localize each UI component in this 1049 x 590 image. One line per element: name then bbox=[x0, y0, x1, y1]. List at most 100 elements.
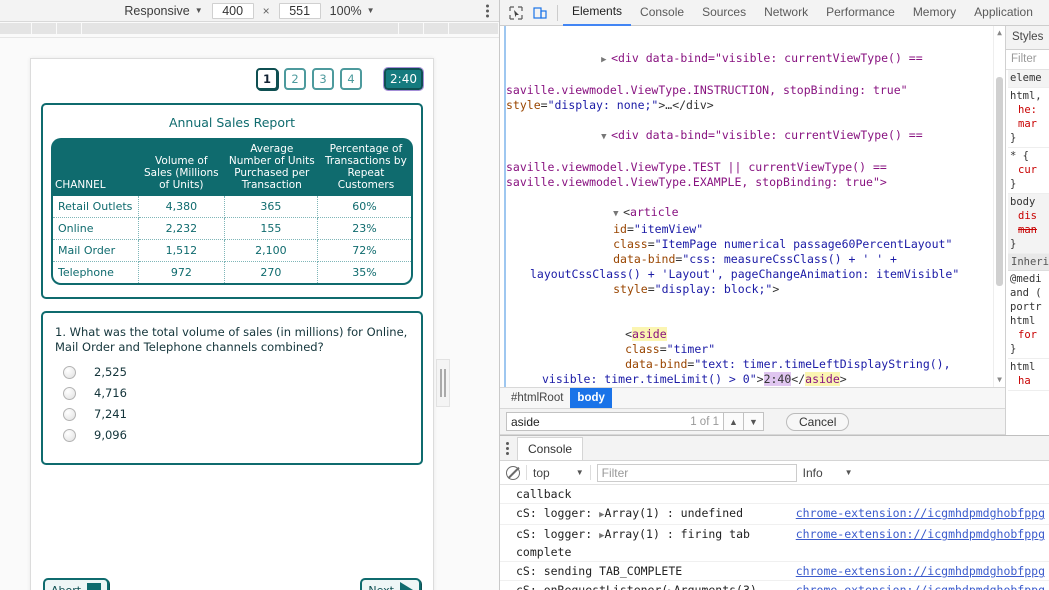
style-media-cont: portr bbox=[1010, 301, 1042, 313]
style-property[interactable]: mar bbox=[1010, 117, 1049, 131]
kebab-menu-icon[interactable] bbox=[486, 4, 489, 17]
radio-option-3[interactable] bbox=[63, 407, 76, 421]
console-log-row[interactable]: cS: logger: ▶Array(1) : firing tab compl… bbox=[500, 525, 1049, 562]
styles-rules-list: eleme } html, he: mar } * { cur } bbox=[1006, 70, 1049, 435]
devtools-panel: Elements Console Sources Network Perform… bbox=[500, 0, 1049, 590]
style-property[interactable]: for bbox=[1010, 328, 1049, 342]
item-page: 1 2 3 4 2:40 Annual Sales Report CHANNEL bbox=[31, 59, 433, 590]
style-selector: html, bbox=[1010, 90, 1042, 102]
abort-button[interactable]: Abort bbox=[43, 578, 110, 590]
radio-option-1[interactable] bbox=[63, 365, 76, 379]
style-rule-media[interactable]: @medi and ( portr html for } bbox=[1008, 271, 1049, 359]
dom-line-aside[interactable]: <aside class="timer" data-bind="text: ti… bbox=[500, 312, 1005, 387]
style-rule[interactable]: html ha bbox=[1008, 359, 1049, 391]
style-selector: eleme bbox=[1010, 72, 1042, 84]
cancel-button[interactable]: Cancel bbox=[786, 412, 850, 431]
tab-application[interactable]: Application bbox=[965, 0, 1042, 25]
scroll-down-icon[interactable]: ▼ bbox=[995, 375, 1004, 385]
dom-line[interactable]: ▶<div data-bind="stopBinding: true">…</d… bbox=[500, 28, 1005, 36]
dom-tree[interactable]: ▶<div data-bind="stopBinding: true">…</d… bbox=[500, 26, 1005, 387]
console-log-row[interactable]: cS: sending TAB_COMPLETE chrome-extensio… bbox=[500, 562, 1049, 581]
tab-memory[interactable]: Memory bbox=[904, 0, 965, 25]
option-row-1[interactable]: 2,525 bbox=[63, 365, 409, 379]
item-nav-1[interactable]: 1 bbox=[256, 68, 279, 90]
expand-triangle-icon[interactable]: ▶ bbox=[601, 53, 611, 68]
device-select[interactable]: Responsive ▼ bbox=[124, 4, 202, 18]
option-row-3[interactable]: 7,241 bbox=[63, 407, 409, 421]
console-log-source[interactable]: chrome-extension://icgmhdpmdghobfppg bbox=[796, 563, 1045, 579]
viewport-area: 1 2 3 4 2:40 Annual Sales Report CHANNEL bbox=[0, 39, 499, 590]
tab-sources[interactable]: Sources bbox=[693, 0, 755, 25]
console-log-row[interactable]: cS: onRequestListener(▶Arguments(3) chro… bbox=[500, 581, 1049, 590]
cell-pct: 72% bbox=[317, 240, 411, 262]
tab-console[interactable]: Console bbox=[631, 0, 693, 25]
item-nav-2[interactable]: 2 bbox=[284, 68, 307, 90]
style-property[interactable]: ha bbox=[1010, 374, 1049, 388]
console-level-select[interactable]: Info ▼ bbox=[803, 466, 853, 480]
console-log-source[interactable]: chrome-extension://icgmhdpmdghobfppg bbox=[796, 582, 1045, 590]
style-rule[interactable]: * { cur } bbox=[1008, 148, 1049, 194]
style-property[interactable]: dis bbox=[1010, 209, 1049, 223]
styles-filter-input[interactable]: Filter bbox=[1006, 50, 1049, 70]
console-context-select[interactable]: top ▼ bbox=[533, 466, 584, 480]
viewport-ruler bbox=[0, 22, 499, 38]
console-log-object[interactable]: Array(1) bbox=[605, 527, 660, 541]
toolbar-divider bbox=[557, 4, 558, 21]
style-rule[interactable]: body dis man } bbox=[1008, 194, 1049, 254]
inspect-element-icon[interactable] bbox=[504, 2, 528, 24]
viewport-width-input[interactable]: 400 bbox=[211, 2, 254, 19]
next-button-label: Next bbox=[368, 583, 394, 590]
viewport-resize-handle[interactable] bbox=[436, 359, 450, 407]
console-log-object[interactable]: Arguments(3) bbox=[674, 583, 757, 590]
scrollbar-thumb[interactable] bbox=[996, 76, 1003, 286]
tab-elements[interactable]: Elements bbox=[563, 0, 632, 26]
find-bar: aside 1 of 1 ▲ ▼ Cancel bbox=[500, 408, 1005, 435]
option-row-2[interactable]: 4,716 bbox=[63, 386, 409, 400]
item-nav-3[interactable]: 3 bbox=[312, 68, 335, 90]
clear-console-icon[interactable] bbox=[506, 465, 520, 480]
style-property[interactable]: cur bbox=[1010, 163, 1049, 177]
breadcrumb-item-body[interactable]: body bbox=[570, 388, 612, 408]
style-close-brace: } bbox=[1010, 178, 1017, 190]
dom-line-text: saville.viewmodel.ViewType.TEST || curre… bbox=[506, 160, 887, 174]
kebab-menu-icon[interactable] bbox=[506, 441, 509, 455]
tab-styles[interactable]: Styles bbox=[1006, 26, 1049, 50]
option-label-4: 9,096 bbox=[94, 428, 127, 442]
style-property[interactable]: he: bbox=[1010, 103, 1049, 117]
radio-option-4[interactable] bbox=[63, 428, 76, 442]
next-button[interactable]: Next bbox=[360, 578, 421, 590]
device-toolbar-icon[interactable] bbox=[528, 2, 552, 24]
console-log-source[interactable]: chrome-extension://icgmhdpmdghobfppg bbox=[796, 526, 1045, 542]
console-log-row[interactable]: callback bbox=[500, 485, 1049, 504]
tab-network[interactable]: Network bbox=[755, 0, 817, 25]
drawer-tab-console[interactable]: Console bbox=[517, 436, 584, 460]
style-rule[interactable]: html, he: mar } bbox=[1008, 88, 1049, 148]
style-property-overridden[interactable]: man bbox=[1010, 223, 1049, 237]
question-text: 1. What was the total volume of sales (i… bbox=[55, 325, 408, 354]
chevron-down-icon[interactable]: ▼ bbox=[744, 412, 764, 431]
search-input[interactable]: aside 1 of 1 bbox=[506, 412, 724, 431]
dom-tree-scrollbar[interactable]: ▲ ▼ bbox=[993, 26, 1004, 387]
style-rule[interactable]: eleme } bbox=[1008, 70, 1049, 88]
chevron-up-icon[interactable]: ▲ bbox=[724, 412, 744, 431]
scroll-up-icon[interactable]: ▲ bbox=[995, 28, 1004, 38]
collapse-triangle-icon[interactable]: ▼ bbox=[613, 207, 623, 222]
breadcrumb-item-htmlroot[interactable]: #htmlRoot bbox=[504, 388, 570, 408]
dom-line[interactable]: ▼ <article id="itemView" class="ItemPage … bbox=[500, 190, 1005, 312]
dom-line: saville.viewmodel.ViewType.TEST || curre… bbox=[500, 160, 1005, 175]
zoom-select[interactable]: 100% ▼ bbox=[330, 4, 375, 18]
console-filter-input[interactable]: Filter bbox=[596, 463, 797, 482]
console-log-source[interactable]: chrome-extension://icgmhdpmdghobfppg bbox=[796, 505, 1045, 521]
emulated-viewport: 1 2 3 4 2:40 Annual Sales Report CHANNEL bbox=[30, 58, 434, 590]
collapse-triangle-icon[interactable]: ▼ bbox=[601, 130, 611, 145]
radio-option-2[interactable] bbox=[63, 386, 76, 400]
console-log-object[interactable]: Array(1) bbox=[605, 506, 660, 520]
dom-line[interactable]: ▼ <div data-bind="visible: currentViewTyp… bbox=[500, 113, 1005, 160]
tab-performance[interactable]: Performance bbox=[817, 0, 904, 25]
passage-wrapper: Annual Sales Report CHANNEL Volume of Sa… bbox=[41, 103, 423, 299]
option-row-4[interactable]: 9,096 bbox=[63, 428, 409, 442]
item-nav-4[interactable]: 4 bbox=[340, 68, 363, 90]
viewport-height-input[interactable]: 551 bbox=[278, 2, 321, 19]
console-log-row[interactable]: cS: logger: ▶Array(1) : undefined chrome… bbox=[500, 504, 1049, 525]
dom-line[interactable]: ▶ <div data-bind="visible: currentViewTyp… bbox=[500, 36, 1005, 83]
